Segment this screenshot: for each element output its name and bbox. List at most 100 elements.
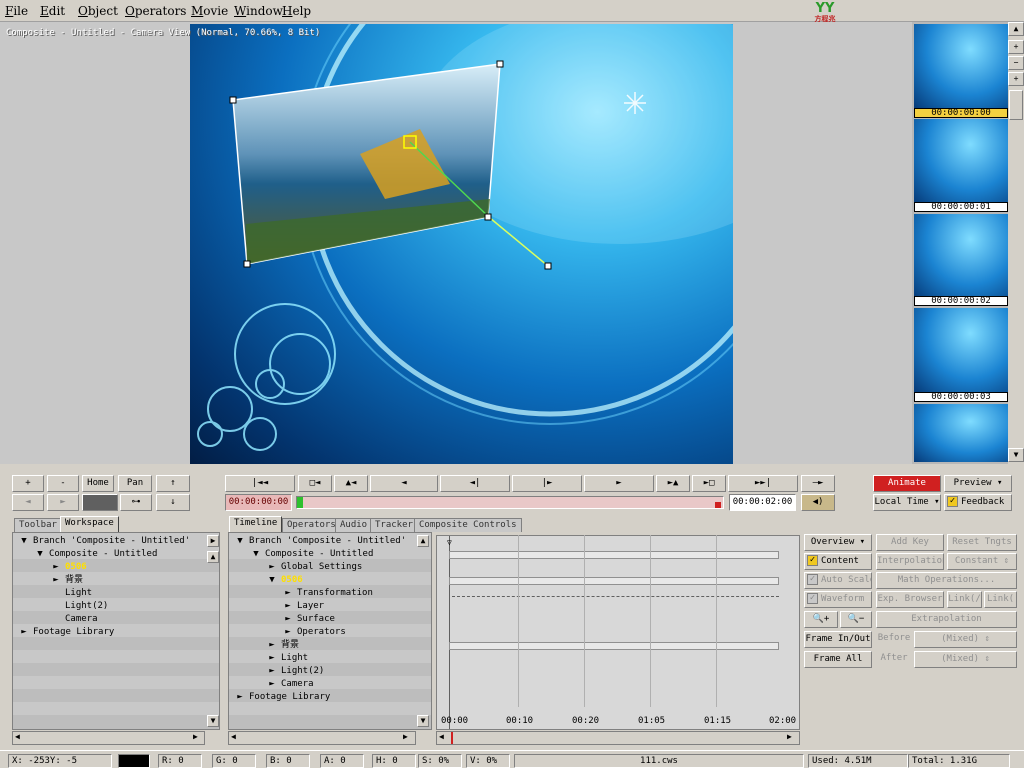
expand-down-icon[interactable]: ▼ (35, 548, 45, 561)
add-button[interactable]: + (12, 475, 44, 492)
remove-button[interactable]: - (47, 475, 79, 492)
scroll-thumb[interactable] (1009, 90, 1023, 120)
down-arrow-icon[interactable]: ↓ (156, 494, 190, 511)
forward-arrow-icon[interactable]: ► (47, 494, 79, 511)
before-dropdown[interactable]: (Mixed) ⇕ (914, 631, 1017, 648)
checkbox-icon[interactable]: ✓ (807, 555, 818, 566)
menu-help[interactable]: Help (282, 4, 311, 18)
playhead-marker[interactable] (451, 732, 453, 744)
tree-item[interactable]: ► Surface (283, 613, 335, 626)
tree-item[interactable]: ▼ 0506 (267, 574, 302, 587)
menu-edit[interactable]: Edit (40, 4, 65, 18)
checkbox-icon[interactable]: ✓ (947, 496, 958, 507)
time-cursor-icon[interactable]: ▽ (447, 538, 452, 547)
up-arrow-icon[interactable]: ↑ (156, 475, 190, 492)
content-toggle[interactable]: ✓ Content (804, 553, 872, 570)
expand-down-icon[interactable]: ▼ (251, 548, 261, 561)
waveform-toggle[interactable]: ✓ Waveform (804, 591, 872, 608)
timeline-tree-hscroll[interactable]: ◀ ▶ (228, 731, 416, 745)
thumbnail-frame[interactable] (914, 214, 1008, 298)
scroll-up-icon[interactable]: ▲ (417, 535, 429, 547)
tab-operators[interactable]: Operators (282, 518, 341, 532)
scroll-up-icon[interactable]: ▲ (207, 551, 219, 563)
timeline-hscroll[interactable]: ◀ ▶ (436, 731, 800, 745)
scroll-down-icon[interactable]: ▼ (1008, 448, 1024, 462)
menu-operators[interactable]: Operators (125, 4, 186, 18)
checkbox-icon[interactable]: ✓ (807, 574, 818, 585)
tree-item[interactable]: ▼ Composite - Untitled (251, 548, 373, 561)
tree-item[interactable]: Camera (51, 613, 98, 626)
expand-right-icon[interactable]: ► (283, 587, 293, 600)
scroll-plus-icon[interactable]: + (1008, 40, 1024, 54)
expand-right-icon[interactable]: ► (19, 626, 29, 639)
go-to-end-icon[interactable]: ►►| (728, 475, 798, 492)
tree-item[interactable]: ► Operators (283, 626, 346, 639)
end-time-field[interactable]: 00:00:02:00 (729, 494, 796, 511)
reset-tangents-button[interactable]: Reset Tngts (947, 534, 1017, 551)
tree-item[interactable]: Light (51, 587, 92, 600)
thumbnail-frame[interactable] (914, 119, 1008, 203)
link-button[interactable]: Link( (984, 591, 1017, 608)
expand-right-icon[interactable]: ► (51, 574, 61, 587)
tree-item[interactable]: ► Transformation (283, 587, 373, 600)
scroll-minus-icon[interactable]: − (1008, 56, 1024, 70)
checkbox-icon[interactable]: ✓ (807, 593, 818, 604)
scroll-plus-icon[interactable]: + (1008, 72, 1024, 86)
tree-item[interactable]: ► Global Settings (267, 561, 362, 574)
scroll-right-icon[interactable]: ▶ (207, 535, 219, 547)
next-key-icon[interactable]: ►□ (692, 475, 726, 492)
preview-dropdown[interactable]: Preview ▾ (944, 475, 1012, 492)
animate-button[interactable]: Animate (873, 475, 941, 492)
tree-item[interactable]: ► 背景 (267, 639, 299, 652)
frame-in-out-button[interactable]: Frame In/Out (804, 631, 872, 648)
scroll-down-icon[interactable]: ▼ (417, 715, 429, 727)
expand-down-icon[interactable]: ▼ (235, 535, 245, 548)
step-forward-icon[interactable]: |► (512, 475, 582, 492)
tree-item[interactable]: ▼ Branch 'Composite - Untitled' (235, 535, 406, 548)
tab-toolbar[interactable]: Toolbar (14, 518, 62, 532)
track-bar[interactable] (449, 642, 779, 650)
tree-item[interactable]: ► Light(2) (267, 665, 324, 678)
expand-right-icon[interactable]: ► (283, 600, 293, 613)
tab-audio[interactable]: Audio (335, 518, 373, 532)
track-bar[interactable] (449, 551, 779, 559)
expand-right-icon[interactable]: ► (283, 626, 293, 639)
scroll-down-icon[interactable]: ▼ (207, 715, 219, 727)
tab-composite-controls[interactable]: Composite Controls (414, 518, 522, 532)
scroll-left-icon[interactable]: ◀ (15, 732, 20, 741)
menu-window[interactable]: Window (234, 4, 283, 18)
go-to-start-icon[interactable]: |◄◄ (225, 475, 295, 492)
feedback-toggle[interactable]: ✓ Feedback (944, 494, 1012, 511)
hierarchy-icon[interactable]: ⊶ (120, 494, 152, 511)
local-time-dropdown[interactable]: Local Time ▾ (873, 494, 941, 511)
thumbnail-frame[interactable] (914, 24, 1008, 108)
thumbnail-scrollbar[interactable]: ▲ + − + ▼ (1008, 22, 1024, 464)
tab-tracker[interactable]: Tracker (370, 518, 418, 532)
track-bar-dashed[interactable] (452, 596, 779, 597)
step-back-icon[interactable]: ◄| (440, 475, 510, 492)
math-operations-button[interactable]: Math Operations... (876, 572, 1017, 589)
loop-icon[interactable]: —► (801, 475, 835, 492)
tree-item[interactable]: ► 0506 (51, 561, 86, 574)
menu-object[interactable]: Object (78, 4, 118, 18)
scroll-up-icon[interactable]: ▲ (1008, 22, 1024, 36)
slider-end-marker[interactable] (715, 502, 721, 508)
back-arrow-icon[interactable]: ◄ (12, 494, 44, 511)
scroll-right-icon[interactable]: ▶ (193, 732, 198, 741)
thumbnail-frame[interactable] (914, 404, 1008, 462)
expand-right-icon[interactable]: ► (267, 639, 277, 652)
expand-right-icon[interactable]: ► (235, 691, 245, 704)
expand-right-icon[interactable]: ► (267, 652, 277, 665)
expand-down-icon[interactable]: ▼ (19, 535, 29, 548)
tree-item[interactable]: ► 背景 (51, 574, 83, 587)
track-bar[interactable] (449, 577, 779, 585)
add-key-button[interactable]: Add Key (876, 534, 944, 551)
composite-canvas[interactable] (190, 24, 733, 464)
audio-icon[interactable]: ◀) (801, 494, 835, 511)
pan-button[interactable]: Pan (118, 475, 152, 492)
expand-right-icon[interactable]: ► (267, 665, 277, 678)
tree-item[interactable]: ► Footage Library (19, 626, 114, 639)
menu-movie[interactable]: Movie (191, 4, 228, 18)
tree-item[interactable]: ► Layer (283, 600, 324, 613)
tree-item[interactable]: ► Footage Library (235, 691, 330, 704)
